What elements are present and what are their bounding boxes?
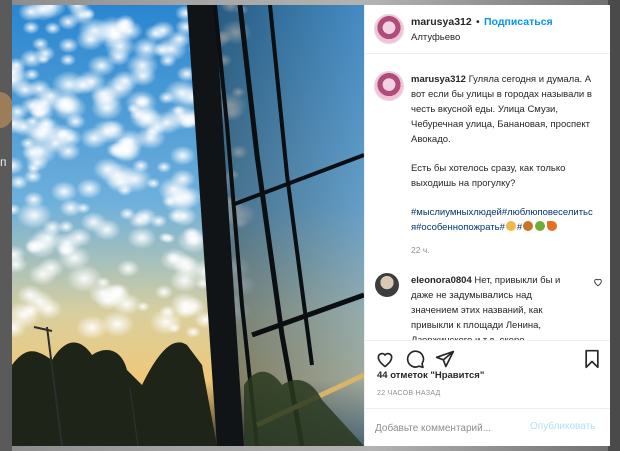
caption-hashtags: #мыслиумныхлюдей#люблюповеселиться#особе… bbox=[411, 205, 597, 235]
caption-username[interactable]: marusya312 bbox=[411, 74, 466, 85]
author-username[interactable]: marusya312 bbox=[411, 16, 472, 28]
caption-time: 22 ч. bbox=[411, 245, 430, 255]
likes-count[interactable]: 44 отметок "Нравится" bbox=[377, 370, 484, 381]
comment-icon[interactable] bbox=[405, 349, 425, 369]
background-text: п bbox=[0, 155, 7, 169]
post-header: marusya312 • Подписаться Алтуфьево bbox=[365, 5, 610, 54]
post-photo[interactable] bbox=[12, 5, 364, 446]
separator-dot: • bbox=[476, 16, 480, 28]
bookmark-icon[interactable] bbox=[583, 349, 601, 369]
heart-icon[interactable] bbox=[375, 349, 395, 369]
emoji-carrot-icon bbox=[547, 221, 558, 231]
hashtags[interactable]: #мыслиумныхлюдей#люблюповеселиться#особе… bbox=[411, 207, 593, 233]
emoji-food-icon bbox=[523, 221, 534, 231]
comment: eleonora0804 Нет, привыкли бы и даже не … bbox=[411, 273, 581, 340]
author-avatar[interactable] bbox=[375, 15, 403, 43]
photo-sky-buildings bbox=[12, 5, 364, 446]
caption: marusya312 Гуляла сегодня и думала. А во… bbox=[411, 72, 597, 235]
post-modal: marusya312 • Подписаться Алтуфьево marus… bbox=[12, 5, 610, 446]
post-timestamp: 22 ЧАСОВ НАЗАД bbox=[377, 390, 441, 397]
post-actions: 44 отметок "Нравится" 22 ЧАСОВ НАЗАД Опу… bbox=[365, 340, 610, 447]
caption-avatar[interactable] bbox=[375, 72, 403, 100]
publish-button[interactable]: Опубликовать bbox=[530, 421, 595, 432]
comment-username[interactable]: eleonora0804 bbox=[411, 275, 472, 286]
background-feed-left bbox=[0, 0, 12, 451]
share-icon[interactable] bbox=[435, 349, 455, 369]
comment-like-icon[interactable] bbox=[593, 277, 603, 287]
comment-input[interactable] bbox=[375, 420, 515, 436]
commenter-avatar[interactable] bbox=[375, 273, 399, 297]
follow-button[interactable]: Подписаться bbox=[484, 16, 553, 28]
emoji-face-icon bbox=[505, 221, 516, 231]
add-comment-bar: Опубликовать bbox=[365, 408, 610, 448]
caption-question: Есть бы хотелось сразу, как только выход… bbox=[411, 163, 566, 189]
emoji-avocado-icon bbox=[535, 221, 546, 231]
post-location[interactable]: Алтуфьево bbox=[411, 32, 460, 43]
comments-section[interactable]: marusya312 Гуляла сегодня и думала. А во… bbox=[365, 54, 610, 340]
post-sidebar: marusya312 • Подписаться Алтуфьево marus… bbox=[364, 5, 610, 446]
hashtag-mark[interactable]: # bbox=[517, 222, 522, 233]
